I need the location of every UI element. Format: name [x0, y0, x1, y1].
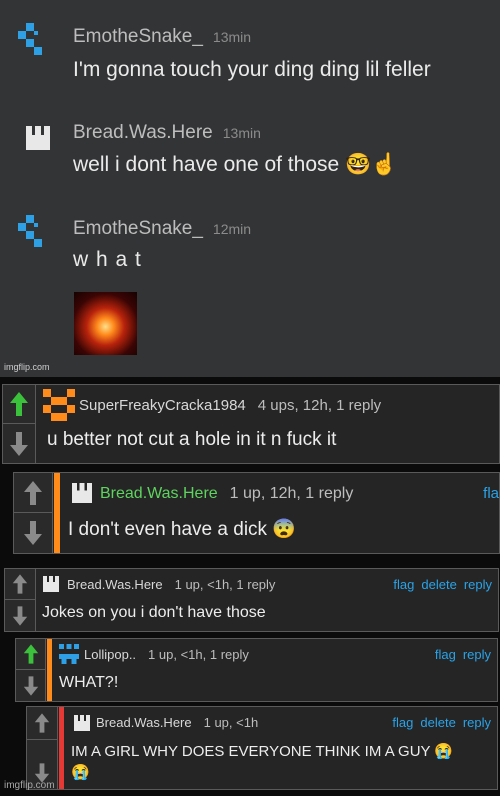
- comment-username[interactable]: Bread.Was.Here: [100, 485, 218, 502]
- downvote-button[interactable]: [14, 513, 52, 553]
- thread-accent-bar: [54, 473, 60, 553]
- comment-text: I don't even have a dick 😨: [68, 519, 296, 540]
- reply-link[interactable]: reply: [463, 647, 491, 662]
- comment-username[interactable]: Bread.Was.Here: [67, 577, 163, 592]
- comment-actions: flag delete reply: [386, 577, 492, 592]
- comment-username[interactable]: Bread.Was.Here: [96, 715, 192, 730]
- comment-header: Bread.Was.Here 1 up, 12h, 1 reply: [100, 485, 353, 503]
- comment-header: SuperFreakyCracka1984 4 ups, 12h, 1 reply: [79, 397, 381, 414]
- comment: Bread.Was.Here 1 up, <1h, 1 reply flag del…: [4, 568, 499, 632]
- upvote-button[interactable]: [14, 473, 52, 513]
- arrow-up-icon: [12, 574, 28, 594]
- comment-username[interactable]: Lollipop..: [84, 647, 136, 662]
- chat-text: w h a t: [73, 248, 142, 271]
- comment-header: Bread.Was.Here 1 up, <1h, 1 reply: [67, 577, 275, 592]
- comment-meta: 1 up, 12h, 1 reply: [229, 485, 354, 502]
- bread-avatar-icon: [74, 715, 90, 731]
- upvote-button[interactable]: [27, 707, 57, 740]
- flag-link[interactable]: flag: [392, 715, 413, 730]
- watermark: imgflip.com: [4, 362, 50, 372]
- vote-column: [3, 385, 36, 463]
- downvote-button[interactable]: [3, 424, 35, 463]
- chat-time: 13min: [222, 125, 261, 141]
- vote-column: [5, 569, 36, 631]
- blue-face-avatar-icon: [59, 644, 79, 664]
- comment-meta: 1 up, <1h, 1 reply: [148, 647, 249, 662]
- comment-meta: 4 ups, 12h, 1 reply: [257, 397, 382, 414]
- arrow-down-icon: [24, 521, 42, 545]
- comment-header: Bread.Was.Here 1 up, <1h: [96, 715, 258, 730]
- comment: Bread.Was.Here 1 up, 12h, 1 reply fla I d…: [13, 472, 500, 554]
- comment-header: Lollipop.. 1 up, <1h, 1 reply: [84, 647, 249, 662]
- vote-column: [16, 639, 46, 701]
- orange-avatar-icon: [43, 389, 75, 421]
- chat-text: I'm gonna touch your ding ding lil felle…: [73, 58, 431, 81]
- comment-text: IM A GIRL WHY DOES EVERYONE THINK IM A G…: [71, 743, 454, 760]
- arrow-up-icon: [23, 644, 38, 664]
- thread-accent-bar: [47, 639, 52, 701]
- flag-link[interactable]: flag: [393, 577, 414, 592]
- delete-link[interactable]: delete: [421, 577, 456, 592]
- arrow-down-icon: [12, 605, 28, 626]
- reply-link[interactable]: reply: [463, 715, 491, 730]
- delete-link[interactable]: delete: [420, 715, 455, 730]
- comment-username[interactable]: SuperFreakyCracka1984: [79, 397, 246, 414]
- vote-column: [14, 473, 53, 553]
- chat-screenshot: EmotheSnake_ 13min I'm gonna touch your d…: [0, 0, 500, 377]
- bread-avatar-icon: [43, 576, 59, 592]
- upvote-button[interactable]: [5, 569, 35, 600]
- arrow-up-icon: [10, 392, 28, 416]
- chat-text: well i dont have one of those 🤓☝️: [73, 153, 398, 176]
- explosion-image[interactable]: [74, 292, 137, 355]
- comment: Bread.Was.Here 1 up, <1h flag delete reply …: [26, 706, 498, 790]
- arrow-down-icon: [23, 675, 38, 696]
- downvote-button[interactable]: [16, 670, 45, 701]
- chat-username: EmotheSnake_ 12min: [73, 218, 252, 239]
- comment-meta: 1 up, <1h, 1 reply: [174, 577, 276, 592]
- comment-actions: fla: [476, 485, 499, 502]
- comment-text-emoji: 😭: [71, 764, 90, 781]
- flag-link[interactable]: fla: [483, 485, 499, 502]
- chat-time: 13min: [212, 29, 252, 45]
- bread-avatar-icon: [26, 126, 50, 150]
- comment: Lollipop.. 1 up, <1h, 1 reply flag reply W…: [15, 638, 498, 702]
- thread-accent-bar: [59, 707, 64, 789]
- reply-link[interactable]: reply: [464, 577, 492, 592]
- comment: SuperFreakyCracka1984 4 ups, 12h, 1 reply…: [2, 384, 500, 464]
- upvote-button[interactable]: [3, 385, 35, 424]
- snake-avatar-icon: [18, 215, 42, 247]
- comment-text: Jokes on you i don't have those: [42, 604, 266, 621]
- arrow-down-icon: [10, 431, 28, 456]
- snake-avatar-icon: [18, 23, 42, 55]
- chat-time: 12min: [212, 221, 252, 237]
- comment-meta: 1 up, <1h: [203, 715, 259, 730]
- chat-username: EmotheSnake_ 13min: [73, 26, 252, 47]
- chat-username: Bread.Was.Here 13min: [73, 122, 261, 143]
- flag-link[interactable]: flag: [435, 647, 456, 662]
- vote-column: [27, 707, 58, 789]
- bread-avatar-icon: [72, 483, 92, 503]
- footer-watermark: imgflip.com: [4, 780, 55, 791]
- upvote-button[interactable]: [16, 639, 45, 670]
- downvote-button[interactable]: [5, 600, 35, 631]
- comment-text: u better not cut a hole in it n fuck it: [47, 429, 337, 450]
- comment-actions: flag reply: [428, 647, 491, 662]
- arrow-up-icon: [24, 480, 42, 505]
- comment-text: WHAT?!: [59, 674, 119, 691]
- arrow-up-icon: [34, 713, 50, 733]
- comment-actions: flag delete reply: [385, 715, 491, 730]
